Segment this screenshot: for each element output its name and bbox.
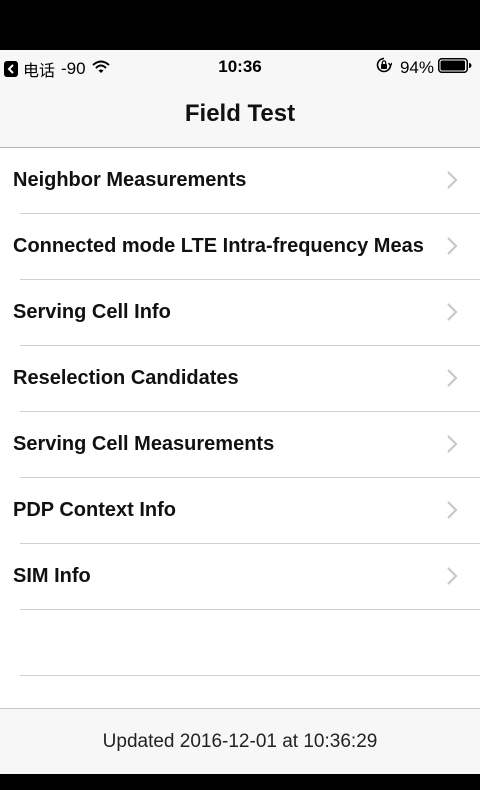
- list-item-serving-cell-info[interactable]: Serving Cell Info: [0, 280, 480, 346]
- list-item-label: SIM Info: [13, 565, 91, 587]
- chevron-right-icon: [446, 368, 458, 393]
- list-item-label: Serving Cell Info: [13, 301, 171, 323]
- last-updated-label: Updated 2016-12-01 at 10:36:29: [102, 731, 378, 752]
- chevron-right-icon: [446, 170, 458, 195]
- screen: 电话 -90 10:36 94% Field Test Neighbor Mea…: [0, 0, 480, 790]
- list-item-lte-intra-frequency[interactable]: Connected mode LTE Intra-frequency Meas: [0, 214, 480, 280]
- chevron-right-icon: [446, 302, 458, 327]
- list-item-label: Connected mode LTE Intra-frequency Meas: [13, 235, 424, 257]
- empty-row: [0, 610, 480, 676]
- chevron-right-icon: [446, 434, 458, 459]
- list-item-serving-cell-measurements[interactable]: Serving Cell Measurements: [0, 412, 480, 478]
- status-bar: 电话 -90 10:36 94%: [0, 50, 480, 84]
- rotation-lock-icon: [376, 57, 393, 78]
- chevron-right-icon: [446, 500, 458, 525]
- chevron-right-icon: [446, 566, 458, 591]
- battery-icon: [438, 57, 472, 78]
- page-title: Field Test: [184, 100, 296, 127]
- list-item-neighbor-measurements[interactable]: Neighbor Measurements: [0, 148, 480, 214]
- list-item-reselection-candidates[interactable]: Reselection Candidates: [0, 346, 480, 412]
- status-right: 94%: [376, 57, 472, 78]
- field-test-list: Neighbor Measurements Connected mode LTE…: [0, 148, 480, 708]
- list-item-sim-info[interactable]: SIM Info: [0, 544, 480, 610]
- battery-percent: 94%: [399, 57, 434, 77]
- footer-toolbar: Updated 2016-12-01 at 10:36:29: [0, 708, 480, 774]
- list-item-pdp-context-info[interactable]: PDP Context Info: [0, 478, 480, 544]
- list-item-label: Serving Cell Measurements: [13, 433, 275, 455]
- list-item-label: Reselection Candidates: [13, 367, 239, 389]
- list-item-label: Neighbor Measurements: [13, 169, 247, 191]
- bottom-bezel: [0, 774, 480, 790]
- top-bezel: [0, 0, 480, 50]
- row-separator: [20, 675, 480, 676]
- chevron-right-icon: [446, 236, 458, 261]
- navigation-bar: Field Test: [0, 84, 480, 148]
- list-item-label: PDP Context Info: [13, 499, 176, 521]
